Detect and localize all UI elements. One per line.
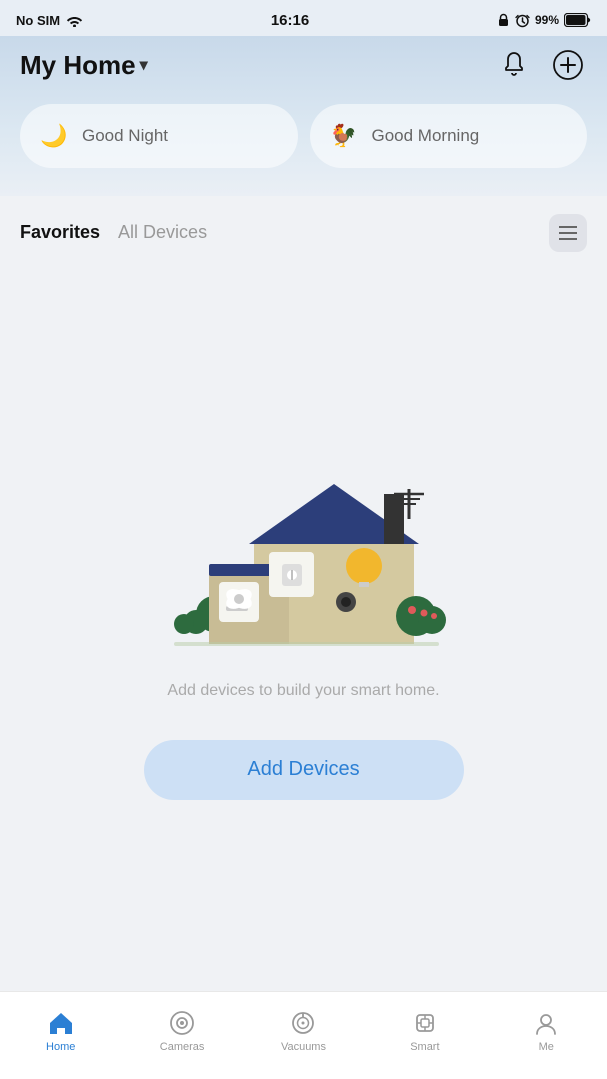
add-devices-button[interactable]: Add Devices bbox=[144, 740, 464, 800]
empty-state: Add devices to build your smart home. Ad… bbox=[0, 262, 607, 991]
battery-icon bbox=[564, 13, 591, 27]
good-morning-label: Good Morning bbox=[372, 126, 480, 146]
nav-home-label: Home bbox=[46, 1041, 75, 1053]
home-nav-icon bbox=[47, 1009, 75, 1037]
bell-icon bbox=[501, 51, 527, 79]
nav-cameras-label: Cameras bbox=[160, 1041, 205, 1053]
app-header: My Home ▾ bbox=[20, 36, 587, 104]
lock-icon bbox=[497, 13, 510, 27]
home-title[interactable]: My Home ▾ bbox=[20, 50, 148, 81]
wifi-icon bbox=[66, 14, 83, 27]
nav-item-cameras[interactable]: Cameras bbox=[152, 1009, 212, 1053]
status-bar: No SIM 16:16 99% bbox=[0, 0, 607, 36]
nav-item-smart[interactable]: Smart bbox=[395, 1009, 455, 1053]
carrier-text: No SIM bbox=[16, 13, 60, 28]
add-button[interactable] bbox=[549, 46, 587, 84]
battery-percent: 99% bbox=[535, 13, 559, 27]
bottom-nav: Home Cameras Vacuums bbox=[0, 991, 607, 1079]
scene-row: 🌙 Good Night 🐓 Good Morning bbox=[20, 104, 587, 168]
status-time: 16:16 bbox=[271, 12, 309, 29]
menu-lines-icon bbox=[559, 226, 577, 240]
empty-message: Add devices to build your smart home. bbox=[167, 682, 439, 700]
moon-icon: 🌙 bbox=[38, 120, 70, 152]
nav-vacuums-label: Vacuums bbox=[281, 1041, 326, 1053]
plus-circle-icon bbox=[552, 49, 584, 81]
tab-all-devices[interactable]: All Devices bbox=[118, 222, 207, 245]
good-night-button[interactable]: 🌙 Good Night bbox=[20, 104, 298, 168]
tabs-left: Favorites All Devices bbox=[20, 222, 207, 245]
vacuum-nav-icon bbox=[289, 1009, 317, 1037]
status-right: 99% bbox=[497, 13, 591, 28]
header-action-icons bbox=[495, 46, 587, 84]
tab-menu-button[interactable] bbox=[549, 214, 587, 252]
good-night-label: Good Night bbox=[82, 126, 168, 146]
nav-me-label: Me bbox=[539, 1041, 554, 1053]
good-morning-button[interactable]: 🐓 Good Morning bbox=[310, 104, 588, 168]
tab-favorites[interactable]: Favorites bbox=[20, 222, 100, 245]
smart-nav-icon bbox=[411, 1009, 439, 1037]
nav-smart-label: Smart bbox=[410, 1041, 439, 1053]
carrier-wifi: No SIM bbox=[16, 13, 83, 28]
nav-item-home[interactable]: Home bbox=[31, 1009, 91, 1053]
me-nav-icon bbox=[532, 1009, 560, 1037]
rooster-icon: 🐓 bbox=[328, 120, 360, 152]
dropdown-chevron-icon: ▾ bbox=[140, 55, 148, 75]
notifications-button[interactable] bbox=[495, 46, 533, 84]
tabs-row: Favorites All Devices bbox=[0, 196, 607, 262]
house-illustration bbox=[154, 434, 454, 654]
alarm-icon bbox=[515, 13, 530, 28]
nav-item-me[interactable]: Me bbox=[516, 1009, 576, 1053]
nav-item-vacuums[interactable]: Vacuums bbox=[273, 1009, 333, 1053]
camera-nav-icon bbox=[168, 1009, 196, 1037]
